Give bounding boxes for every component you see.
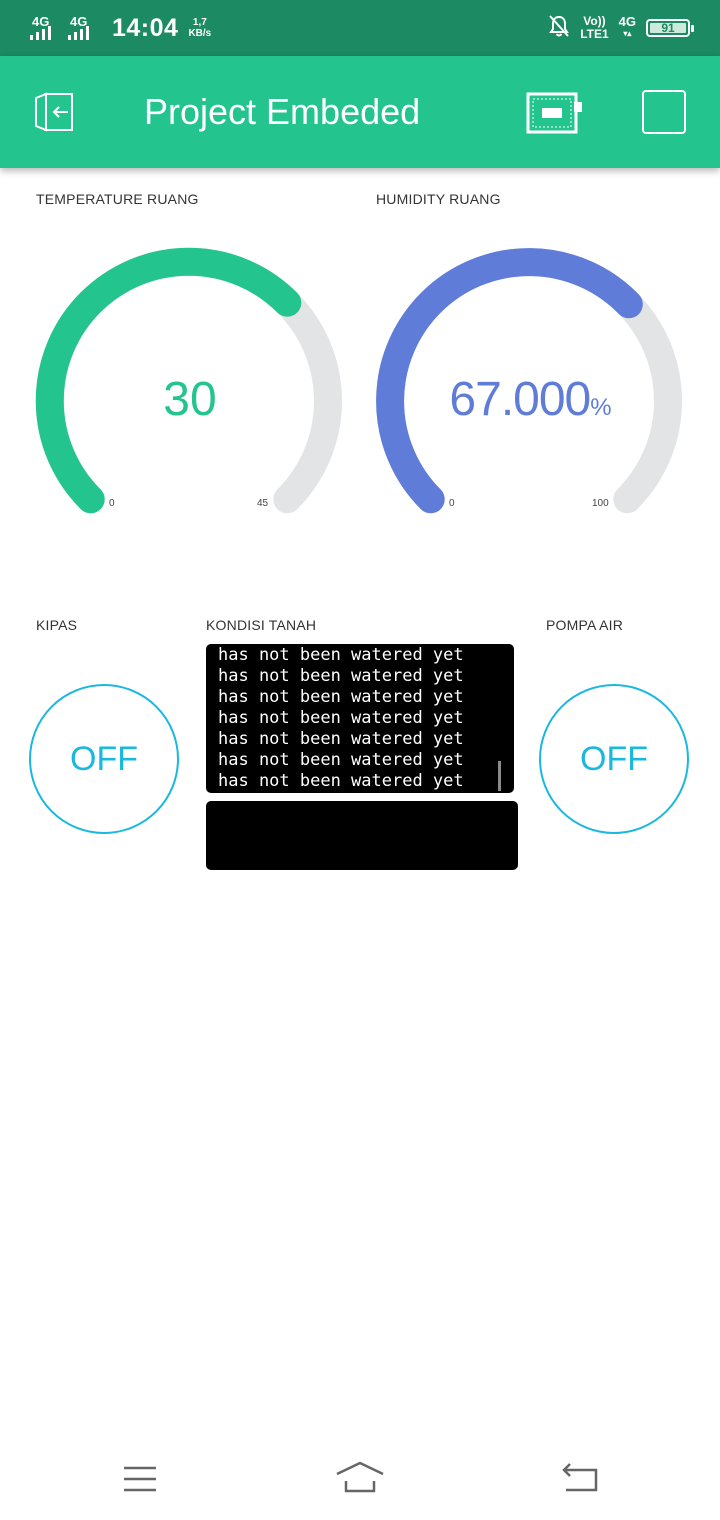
pompa-air-label: POMPA AIR: [546, 617, 624, 633]
humidity-min: 0: [449, 498, 455, 509]
signal-icon: 4G: [68, 14, 102, 42]
kipas-toggle-button[interactable]: OFF: [29, 684, 179, 834]
terminal-line: has not been watered yet: [218, 729, 464, 749]
scrollbar[interactable]: [498, 761, 501, 791]
terminal-lines: has not been watered yet has not been wat…: [218, 645, 464, 792]
data-type: 4G ▾▴: [618, 14, 636, 40]
app-title: Project Embeded: [144, 91, 421, 132]
terminal-line: has not been watered yet: [218, 771, 464, 791]
speed-value: 1,7: [192, 17, 207, 28]
network-speed: 1,7 KB/s: [188, 17, 211, 39]
pompa-air-state: OFF: [580, 739, 648, 778]
temperature-value: 30: [90, 372, 290, 427]
temperature-min: 0: [109, 498, 115, 509]
temperature-value-text: 30: [163, 373, 217, 426]
humidity-max: 100: [592, 498, 609, 509]
navigation-bar: [0, 1440, 720, 1520]
menu-icon[interactable]: [122, 1464, 158, 1499]
kondisi-tanah-label: KONDISI TANAH: [206, 617, 317, 633]
terminal-input[interactable]: [206, 801, 518, 870]
pompa-air-toggle-button[interactable]: OFF: [539, 684, 689, 834]
kipas-label: KIPAS: [36, 617, 78, 633]
humidity-label: HUMIDITY RUANG: [376, 191, 501, 207]
humidity-value: 67.000%: [410, 372, 650, 427]
humidity-value-text: 67.000: [449, 373, 591, 426]
home-icon[interactable]: [334, 1460, 386, 1499]
data-arrows-icon: ▾▴: [623, 29, 632, 38]
status-right: Vo)) LTE1 4G ▾▴ 91: [548, 12, 694, 44]
exit-icon[interactable]: [32, 90, 80, 134]
clock: 14:04: [112, 13, 179, 42]
temperature-max: 45: [257, 498, 269, 509]
terminal-output[interactable]: has not been watered yet has not been wat…: [206, 644, 514, 793]
speed-unit: KB/s: [188, 28, 212, 39]
square-icon[interactable]: [642, 90, 686, 134]
status-left: 4G 4G 14:04 1,7 KB/s: [30, 12, 211, 44]
terminal-line: has not been watered yet: [218, 645, 464, 665]
terminal-line: has not been watered yet: [218, 666, 464, 686]
signal-icon: 4G: [30, 14, 64, 42]
status-bar: 4G 4G 14:04 1,7 KB/s Vo)) LTE1 4G ▾▴ 91: [0, 0, 720, 56]
terminal-line: has not been watered yet: [218, 687, 464, 707]
back-icon[interactable]: [560, 1462, 600, 1499]
bell-muted-icon: [548, 14, 570, 43]
volte-bottom: LTE1: [580, 27, 609, 41]
kipas-state: OFF: [70, 739, 138, 778]
device-board-icon[interactable]: [526, 92, 584, 134]
volte-indicator: Vo)) LTE1: [580, 15, 608, 41]
data-type-label: 4G: [618, 14, 636, 29]
battery-icon: 91: [646, 19, 694, 37]
app-bar: Project Embeded: [0, 56, 720, 168]
temperature-label: TEMPERATURE RUANG: [36, 191, 199, 207]
battery-level: 91: [661, 21, 675, 35]
terminal-line: has not been watered yet: [218, 750, 464, 770]
humidity-unit: %: [590, 394, 611, 421]
terminal-line: has not been watered yet: [218, 708, 464, 728]
